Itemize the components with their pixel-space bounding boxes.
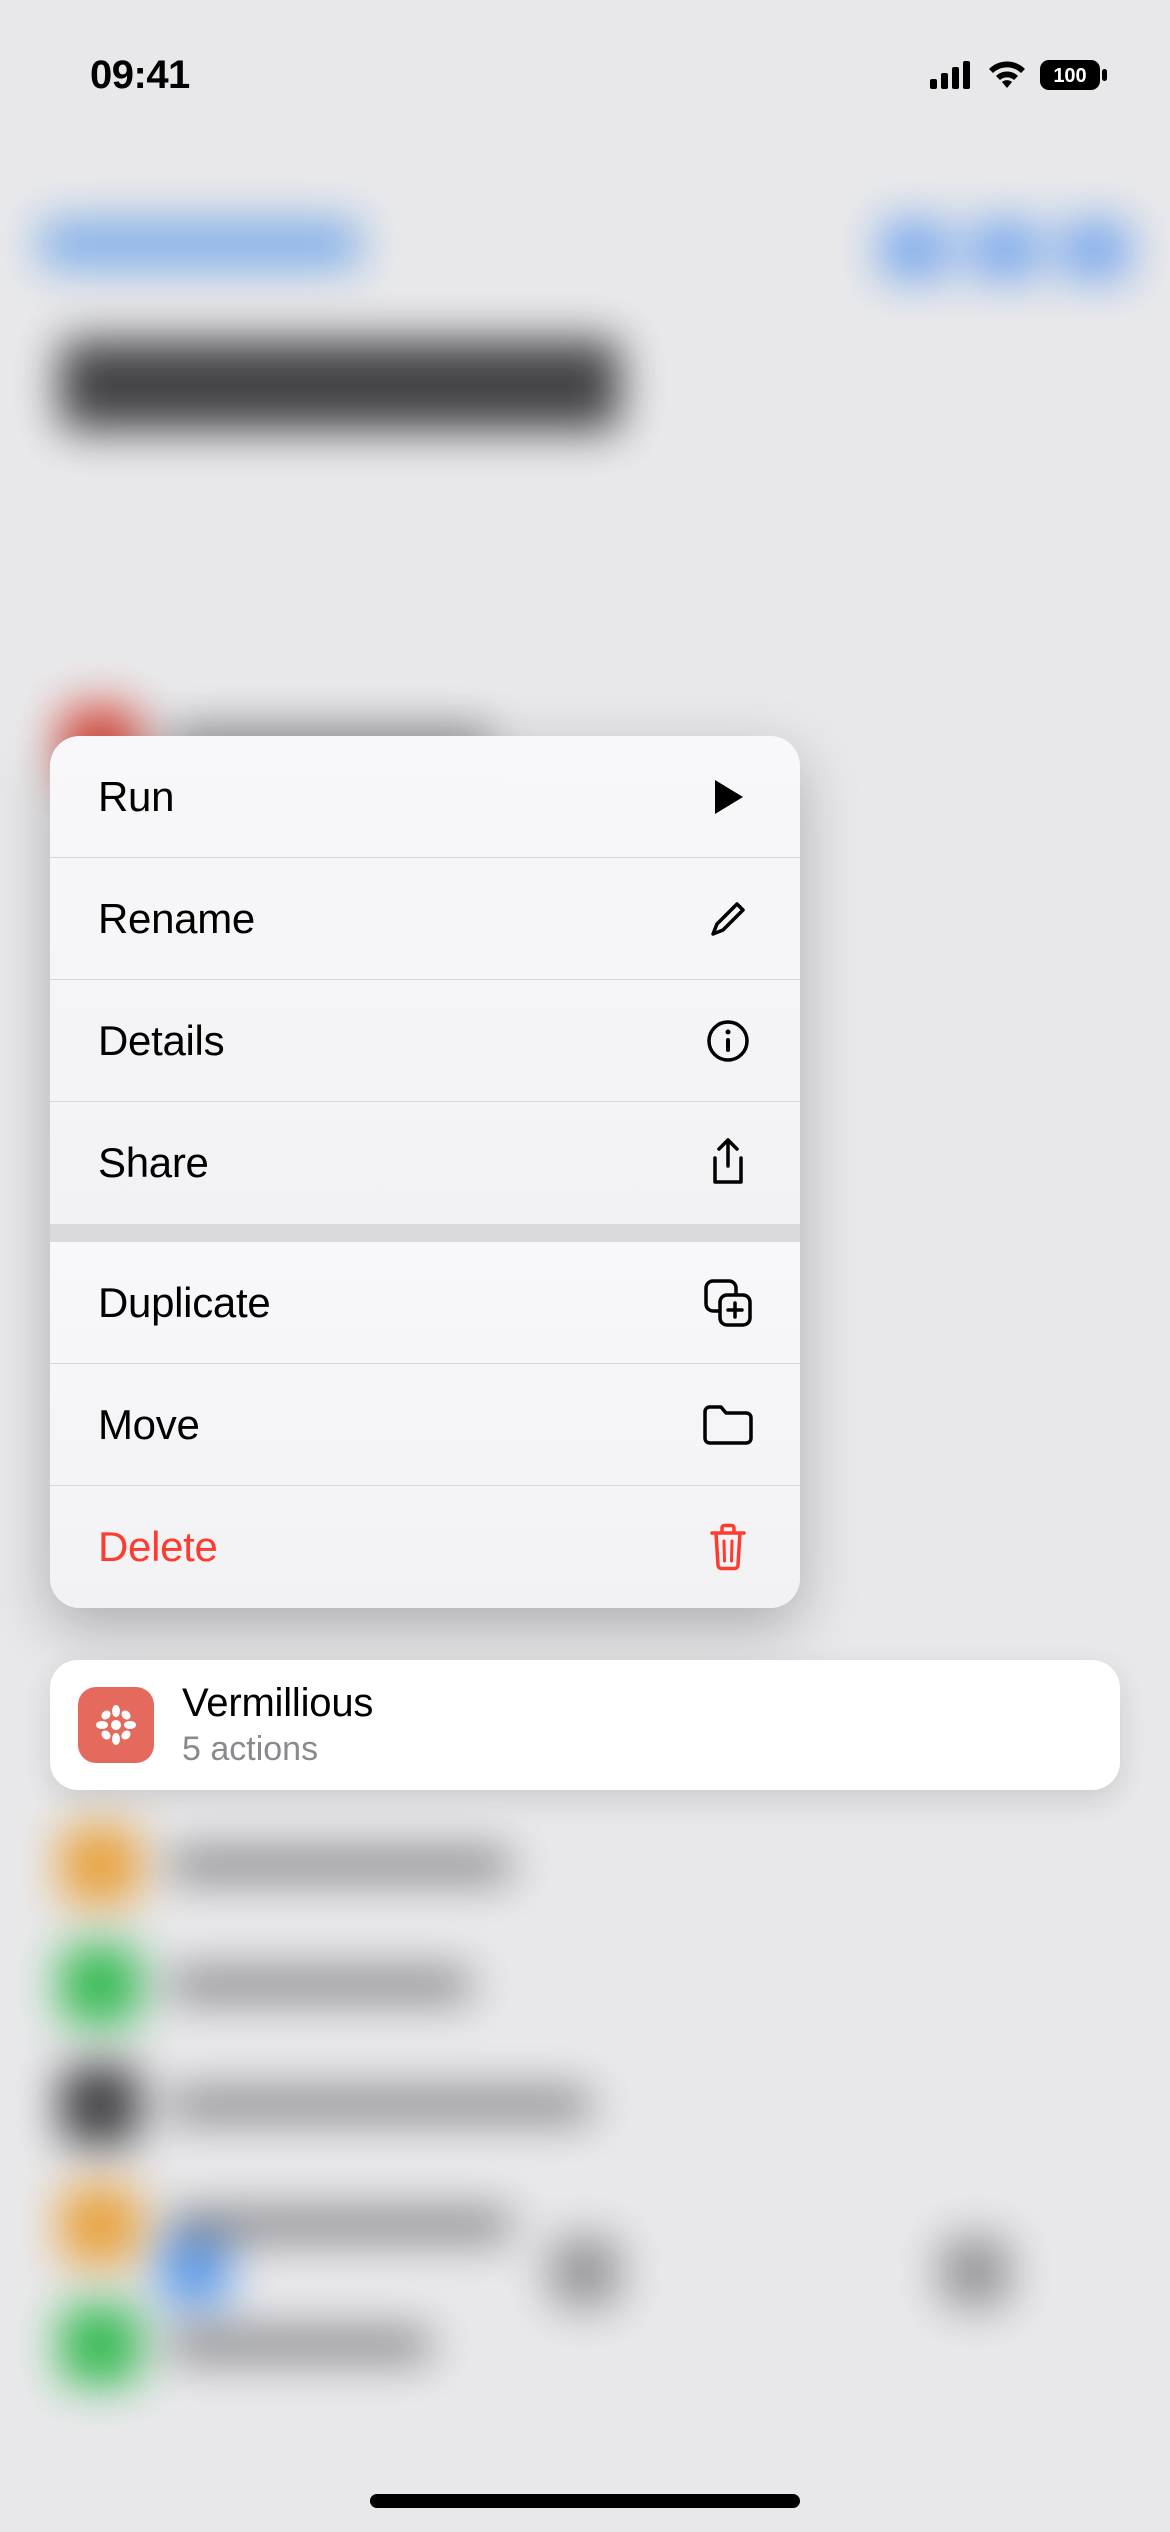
context-menu: Run Rename Details: [50, 736, 800, 1608]
info-icon: [702, 1015, 754, 1067]
shortcut-title: Vermillious: [182, 1681, 373, 1726]
menu-label: Share: [98, 1139, 209, 1187]
menu-item-rename[interactable]: Rename: [50, 858, 800, 980]
home-indicator: [370, 2494, 800, 2508]
trash-icon: [702, 1521, 754, 1573]
menu-label: Rename: [98, 895, 255, 943]
status-time: 09:41: [90, 53, 190, 98]
cellular-signal-icon: [930, 61, 974, 89]
menu-item-share[interactable]: Share: [50, 1102, 800, 1224]
pencil-icon: [702, 893, 754, 945]
menu-item-duplicate[interactable]: Duplicate: [50, 1242, 800, 1364]
battery-percent-text: 100: [1053, 65, 1086, 87]
battery-icon: 100: [1040, 60, 1110, 90]
status-bar: 09:41 100: [0, 0, 1170, 120]
menu-label: Move: [98, 1401, 200, 1449]
menu-item-move[interactable]: Move: [50, 1364, 800, 1486]
menu-label: Run: [98, 773, 174, 821]
duplicate-icon: [702, 1277, 754, 1329]
play-icon: [702, 771, 754, 823]
menu-label: Delete: [98, 1523, 218, 1571]
menu-label: Duplicate: [98, 1279, 270, 1327]
shortcut-subtitle: 5 actions: [182, 1730, 373, 1769]
menu-label: Details: [98, 1017, 224, 1065]
wifi-icon: [986, 60, 1028, 90]
menu-item-run[interactable]: Run: [50, 736, 800, 858]
menu-divider: [50, 1224, 800, 1242]
share-icon: [702, 1137, 754, 1189]
shortcut-app-icon: [78, 1687, 154, 1763]
folder-icon: [702, 1399, 754, 1451]
shortcut-preview-card[interactable]: Vermillious 5 actions: [50, 1660, 1120, 1790]
menu-item-delete[interactable]: Delete: [50, 1486, 800, 1608]
status-icons: 100: [930, 60, 1110, 90]
menu-item-details[interactable]: Details: [50, 980, 800, 1102]
